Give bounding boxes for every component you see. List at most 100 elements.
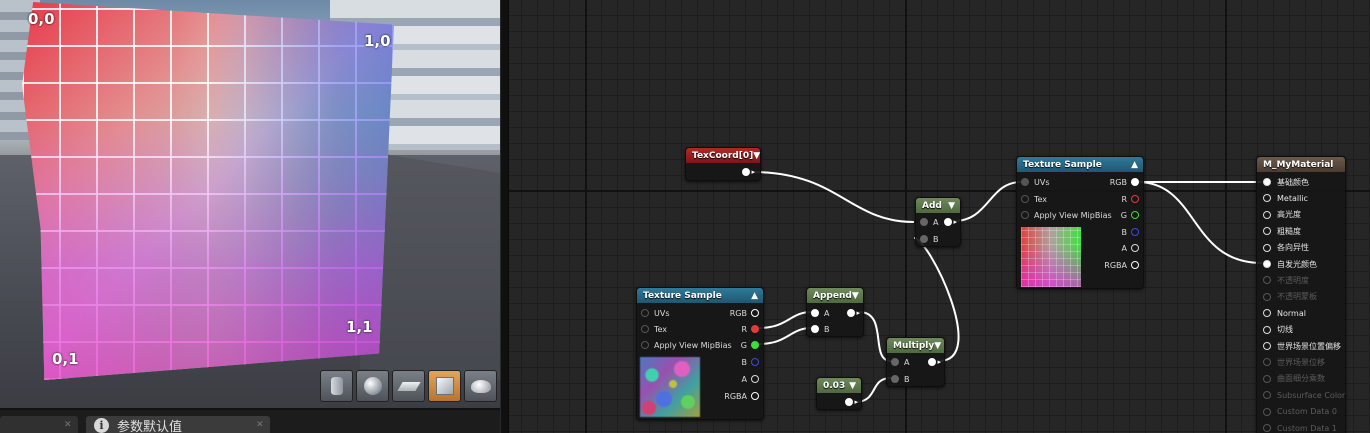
pin-label: G xyxy=(1120,210,1127,220)
input-pin[interactable] xyxy=(1263,227,1271,236)
material-pin-row: 曲面细分乘数 xyxy=(1263,372,1325,386)
output-pin-a[interactable] xyxy=(1131,244,1139,252)
input-pin-mipbias[interactable] xyxy=(641,341,649,349)
material-preview-viewport[interactable]: 0,0 1,0 0,1 1,1 xyxy=(0,0,500,408)
close-icon[interactable]: ✕ xyxy=(64,421,72,430)
output-pin[interactable] xyxy=(944,218,953,226)
input-pin[interactable] xyxy=(1263,210,1271,219)
preview-cylinder-button[interactable] xyxy=(320,370,353,402)
panel-splitter[interactable] xyxy=(500,0,509,433)
input-pin xyxy=(1263,358,1271,367)
chevron-up-icon[interactable]: ▲ xyxy=(1131,160,1138,170)
output-pin-rgb[interactable] xyxy=(751,309,759,317)
output-pin-b[interactable] xyxy=(1131,228,1139,236)
input-pin[interactable] xyxy=(1263,194,1271,203)
input-pin[interactable] xyxy=(1263,260,1271,268)
wire-add-to-texture-uvs xyxy=(953,181,1022,222)
input-pin-uvs[interactable] xyxy=(641,309,649,317)
input-pin[interactable] xyxy=(1263,243,1271,252)
material-pin-row: 不透明蒙板 xyxy=(1263,290,1317,304)
material-pin-row: 高光度 xyxy=(1263,208,1301,222)
pin-label: RGB xyxy=(1109,177,1127,187)
input-pin-b[interactable] xyxy=(811,325,819,333)
input-pin xyxy=(1263,407,1271,416)
node-material-output[interactable]: M_MyMaterial 基础颜色 Metallic 高光度 粗糙度 各向异性 自发光颜色… xyxy=(1256,156,1346,433)
details-tab-inactive[interactable]: ✕ xyxy=(0,416,78,433)
pin-label: B xyxy=(1121,227,1128,237)
material-graph-canvas[interactable]: TexCoord[0] ▼ ▸ Add ▼ A B ▸ Texture Samp… xyxy=(509,0,1370,433)
preview-mesh-color-overlay xyxy=(22,2,394,380)
pin-arrow-icon: ▸ xyxy=(937,358,941,366)
cube-icon xyxy=(435,377,454,395)
output-pin-rgba[interactable] xyxy=(751,392,759,400)
input-pin-a[interactable] xyxy=(920,218,928,226)
pin-label: 粗糙度 xyxy=(1277,226,1301,236)
chevron-up-icon[interactable]: ▲ xyxy=(751,291,758,301)
pin-label: 各向异性 xyxy=(1277,243,1309,253)
input-pin-b[interactable] xyxy=(920,235,928,243)
sphere-icon xyxy=(363,377,382,395)
output-pin[interactable] xyxy=(847,309,856,317)
pin-arrow-icon: ▸ xyxy=(856,309,860,317)
output-pin[interactable] xyxy=(742,168,751,176)
node-add[interactable]: Add ▼ A B ▸ xyxy=(915,197,961,247)
input-pin-b[interactable] xyxy=(891,375,899,383)
node-texture-sample-bottom[interactable]: Texture Sample ▲ UVs Tex Apply View MipB… xyxy=(636,287,764,420)
pin-label: G xyxy=(740,340,747,350)
input-pin-a[interactable] xyxy=(811,309,819,317)
input-pin[interactable] xyxy=(1263,342,1271,350)
node-title: Add xyxy=(922,200,942,211)
node-title: Texture Sample xyxy=(643,290,722,301)
input-pin[interactable] xyxy=(1263,309,1271,318)
output-pin[interactable] xyxy=(928,358,937,366)
pin-label: 自发光颜色 xyxy=(1277,259,1317,269)
pin-label: A xyxy=(824,308,830,318)
input-pin-tex[interactable] xyxy=(641,325,649,333)
chevron-down-icon[interactable]: ▼ xyxy=(753,151,760,161)
input-pin[interactable] xyxy=(1263,178,1271,186)
pin-arrow-icon: ▸ xyxy=(751,168,755,176)
output-pin-r[interactable] xyxy=(1131,195,1139,203)
node-texture-sample-top[interactable]: Texture Sample ▲ UVs Tex Apply View MipB… xyxy=(1016,156,1144,289)
input-pin-uvs[interactable] xyxy=(1021,178,1029,186)
input-pin[interactable] xyxy=(1263,325,1271,334)
preview-teapot-button[interactable] xyxy=(464,370,497,402)
chevron-down-icon[interactable]: ▼ xyxy=(948,201,955,211)
pin-label: A xyxy=(933,217,939,227)
pin-label: A xyxy=(741,374,747,384)
chevron-down-icon[interactable]: ▼ xyxy=(849,381,856,391)
output-pin-rgba[interactable] xyxy=(1131,261,1139,269)
input-pin-mipbias[interactable] xyxy=(1021,211,1029,219)
preview-plane-button[interactable] xyxy=(392,370,425,402)
pin-label: 高光度 xyxy=(1277,210,1301,220)
chevron-down-icon[interactable]: ▼ xyxy=(852,291,859,301)
output-pin-g[interactable] xyxy=(1131,211,1139,219)
material-pin-row: 切线 xyxy=(1263,323,1293,337)
uv-label-bottom-left: 0,1 xyxy=(52,350,79,368)
chevron-down-icon[interactable]: ▼ xyxy=(934,341,941,351)
input-pin-a[interactable] xyxy=(891,358,899,366)
pin-arrow-icon: ▸ xyxy=(854,398,858,406)
tab-label: 参数默认值 xyxy=(117,420,183,433)
tab-parameter-defaults[interactable]: i 参数默认值 ✕ xyxy=(86,416,270,433)
node-multiply[interactable]: Multiply ▼ A B ▸ xyxy=(886,337,945,387)
output-pin-a[interactable] xyxy=(751,375,759,383)
material-pin-row: Metallic xyxy=(1263,191,1308,205)
output-pin-rgb[interactable] xyxy=(1131,178,1139,186)
pin-label: Normal xyxy=(1277,308,1306,318)
teapot-icon xyxy=(470,379,491,393)
output-pin[interactable] xyxy=(845,398,854,406)
output-pin-g[interactable] xyxy=(751,341,759,349)
node-constant[interactable]: 0.03 ▼ ▸ xyxy=(816,377,862,410)
material-pin-row: 世界场景位置偏移 xyxy=(1263,339,1341,353)
material-pin-row: Subsurface Color xyxy=(1263,388,1345,402)
output-pin-r[interactable] xyxy=(751,325,759,333)
material-pin-row: 各向异性 xyxy=(1263,241,1309,255)
preview-sphere-button[interactable] xyxy=(356,370,389,402)
input-pin-tex[interactable] xyxy=(1021,195,1029,203)
output-pin-b[interactable] xyxy=(751,358,759,366)
node-texcoord[interactable]: TexCoord[0] ▼ ▸ xyxy=(685,147,761,181)
preview-cube-button[interactable] xyxy=(428,370,461,402)
node-append[interactable]: Append ▼ A B ▸ xyxy=(806,287,864,337)
close-icon[interactable]: ✕ xyxy=(256,421,264,430)
